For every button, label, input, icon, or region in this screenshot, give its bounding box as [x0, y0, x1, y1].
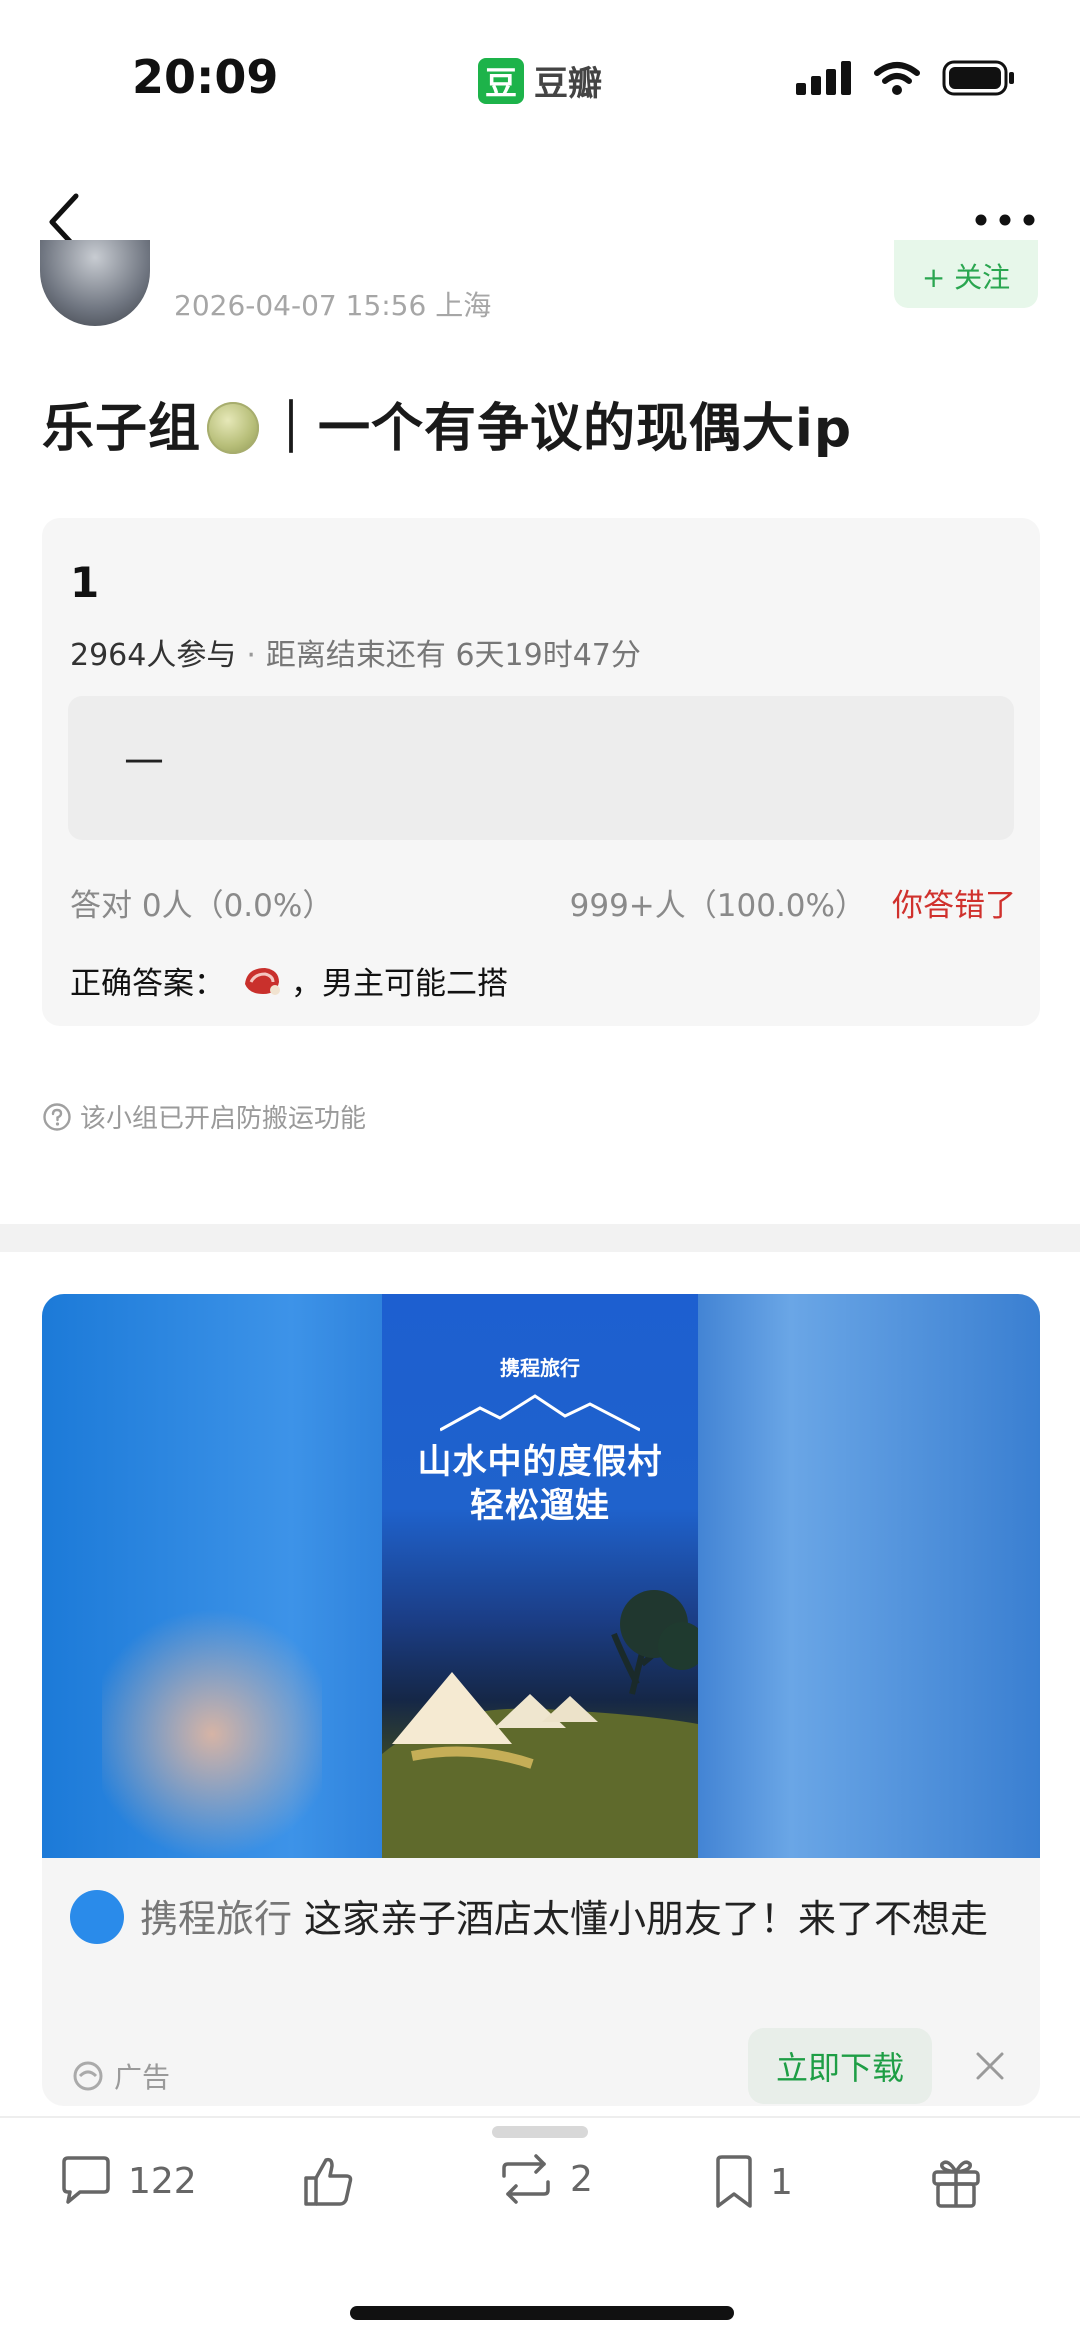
poll-card: 1 2964人参与 · 距离结束还有 6天19时47分 — 答对 0人（0.0%） …	[42, 518, 1040, 1026]
ad-label-text: 广告	[114, 2061, 171, 2094]
follow-button[interactable]: + 关注	[894, 240, 1038, 308]
question-circle-icon	[43, 1102, 71, 1131]
anti-copy-text: 该小组已开启防搬运功能	[80, 1104, 367, 1134]
more-button[interactable]	[970, 200, 1040, 240]
collect-count: 1	[770, 2161, 793, 2203]
ad-label: 广告	[72, 2056, 170, 2096]
wifi-icon	[874, 62, 920, 95]
ad-brand: 携程旅行	[140, 1897, 293, 1941]
post-meta: 2026-04-07 15:56 上海	[174, 289, 492, 322]
poll-answer: 正确答案： ，男主可能二搭	[70, 958, 508, 1003]
answer-label: 正确答案：	[70, 966, 225, 1002]
status-bar: 20:09 豆 豆瓣	[0, 0, 1080, 160]
tent-scene-icon	[382, 1590, 698, 1858]
ad-headline: 这家亲子酒店太懂小朋友了！来了不想走	[304, 1897, 989, 1941]
author-avatar[interactable]	[40, 240, 150, 326]
comment-count: 122	[128, 2160, 197, 2202]
reshare-count: 2	[570, 2158, 593, 2200]
battery-icon	[942, 60, 1014, 96]
answer-text: ，男主可能二搭	[291, 966, 508, 1002]
poster-line-2: 轻松遛娃	[470, 1486, 610, 1526]
reshare-button[interactable]: 2	[496, 2154, 593, 2204]
sheet-handle[interactable]	[492, 2126, 588, 2138]
gift-icon	[932, 2160, 980, 2208]
poster-line-1: 山水中的度假村	[417, 1442, 663, 1482]
ad-info[interactable]: 携程旅行 这家亲子酒店太懂小朋友了！来了不想走	[70, 1890, 1010, 1948]
ad-glow	[102, 1594, 322, 1874]
poll-result: 你答错了	[892, 888, 1016, 924]
poll-question: 1	[70, 558, 100, 607]
signal-icon	[796, 61, 851, 95]
poll-participants: 2964人参与	[70, 638, 237, 673]
status-time: 20:09	[132, 50, 279, 104]
title-suffix: ｜一个有争议的现偶大ip	[265, 399, 853, 459]
app-name: 豆瓣	[534, 64, 602, 104]
ad-image[interactable]: 携程旅行 山水中的度假村 轻松遛娃	[42, 1294, 1040, 1874]
total-stat: 999+人（100.0%）	[569, 888, 866, 924]
thumbs-up-icon	[304, 2157, 353, 2206]
app-badge: 豆 豆瓣	[478, 56, 602, 105]
poll-meta: 2964人参与 · 距离结束还有 6天19时47分	[70, 630, 641, 674]
poll-countdown: 距离结束还有 6天19时47分	[265, 638, 641, 673]
comment-icon	[62, 2156, 110, 2204]
post-title: 乐子组 ｜一个有争议的现偶大ip	[42, 386, 852, 461]
ad-card[interactable]: 携程旅行 山水中的度假村 轻松遛娃 携程旅行 这家亲子酒店太懂小朋友了！来了不想走	[42, 1294, 1040, 2106]
poll-option-text: —	[124, 736, 164, 782]
douban-logo-icon: 豆	[478, 57, 524, 104]
poll-stats: 答对 0人（0.0%） 999+人（100.0%） 你答错了	[70, 880, 1016, 925]
ad-poster: 携程旅行 山水中的度假村 轻松遛娃	[382, 1294, 698, 1858]
comment-button[interactable]: 122	[58, 2154, 197, 2208]
melon-emoji-icon	[207, 402, 260, 454]
mountain-outline-icon	[440, 1394, 640, 1432]
more-icon	[975, 214, 1035, 226]
status-icons	[796, 60, 1016, 96]
poster-brand: 携程旅行	[500, 1356, 580, 1380]
bookmark-icon	[716, 2155, 752, 2208]
correct-stat: 答对 0人（0.0%）	[70, 888, 334, 924]
like-button[interactable]	[300, 2154, 356, 2210]
poll-option[interactable]: —	[68, 696, 1014, 840]
close-icon	[976, 2052, 1004, 2080]
ad-source-icon	[73, 2061, 103, 2091]
ad-close-button[interactable]	[968, 2044, 1012, 2088]
anti-copy-note: 该小组已开启防搬运功能	[42, 1098, 366, 1135]
ad-download-button[interactable]: 立即下载	[748, 2028, 932, 2104]
separator-dot: ·	[246, 638, 256, 673]
section-divider	[0, 1224, 1080, 1252]
ctrip-logo-icon	[70, 1890, 124, 1944]
home-indicator[interactable]	[350, 2306, 734, 2320]
gift-button[interactable]	[930, 2154, 982, 2210]
title-prefix: 乐子组	[42, 399, 202, 459]
total-stat-wrap: 999+人（100.0%） 你答错了	[570, 880, 1016, 925]
collect-button[interactable]: 1	[712, 2154, 793, 2210]
reshare-icon	[502, 2154, 550, 2204]
meat-emoji-icon	[245, 967, 280, 995]
